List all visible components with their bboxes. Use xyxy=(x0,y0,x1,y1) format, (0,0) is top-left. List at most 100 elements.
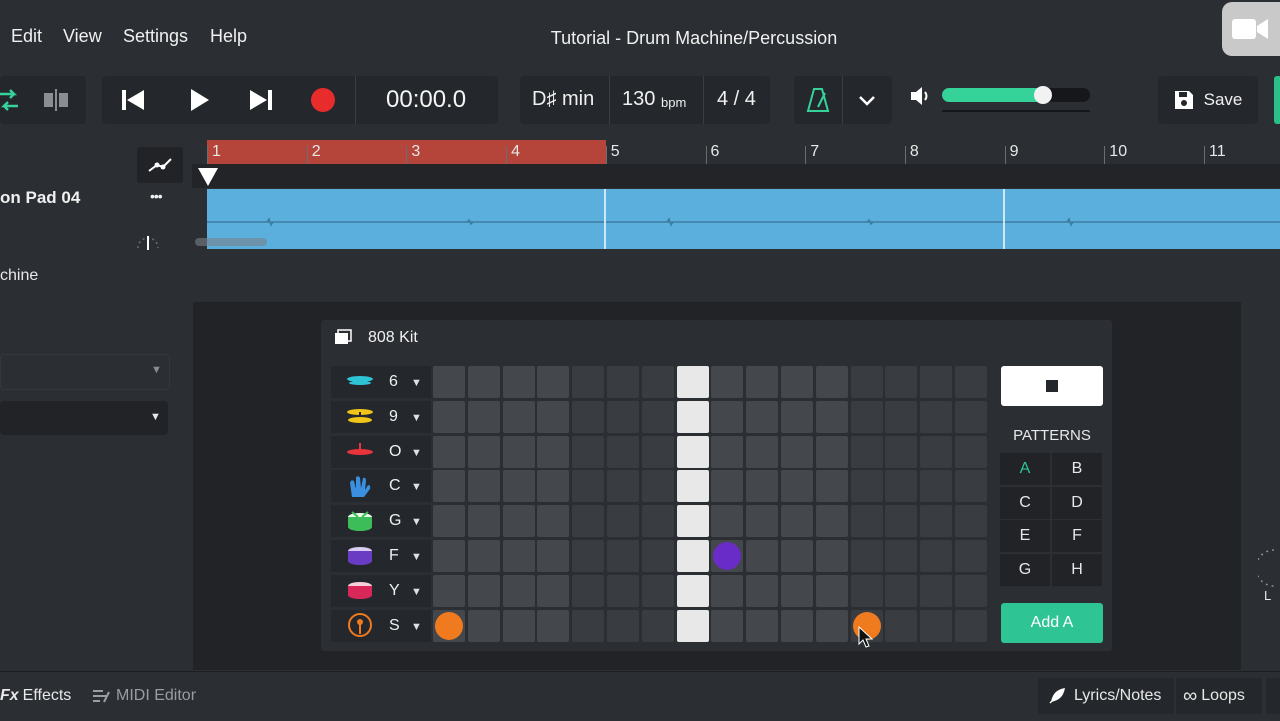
step-cell[interactable] xyxy=(955,574,987,607)
step-cell[interactable] xyxy=(676,435,709,468)
step-cell[interactable] xyxy=(607,435,639,468)
step-cell[interactable] xyxy=(746,505,779,538)
step-cell[interactable] xyxy=(746,574,779,607)
step-cell[interactable] xyxy=(467,366,500,398)
step-cell[interactable] xyxy=(781,470,813,503)
automation-button[interactable] xyxy=(137,147,183,183)
step-cell[interactable] xyxy=(711,574,744,607)
step-cell[interactable] xyxy=(955,435,987,468)
step-cell[interactable] xyxy=(920,505,953,538)
pattern-button-c[interactable]: C xyxy=(1000,486,1050,519)
step-cell[interactable] xyxy=(433,470,465,503)
step-cell[interactable] xyxy=(537,400,570,433)
midi-editor-tab[interactable]: MIDI Editor xyxy=(92,678,196,714)
instrument-dropdown-icon[interactable]: ▼ xyxy=(411,586,422,598)
step-cell[interactable] xyxy=(467,435,500,468)
split-button[interactable] xyxy=(42,86,70,114)
step-cell[interactable] xyxy=(641,505,674,538)
step-cell[interactable] xyxy=(572,505,605,538)
step-cell[interactable] xyxy=(433,400,465,433)
step-cell[interactable] xyxy=(607,470,639,503)
step-cell[interactable] xyxy=(711,609,744,642)
step-cell[interactable] xyxy=(676,470,709,503)
step-cell[interactable] xyxy=(746,609,779,642)
step-cell[interactable] xyxy=(955,470,987,503)
share-button-edge[interactable] xyxy=(1274,76,1280,124)
loop-toggle-button[interactable] xyxy=(0,86,20,114)
step-cell[interactable] xyxy=(502,505,535,538)
step-cell[interactable] xyxy=(885,505,918,538)
step-cell[interactable] xyxy=(502,574,535,607)
step-cell[interactable] xyxy=(676,609,709,642)
instrument-dropdown-icon[interactable]: ▼ xyxy=(411,621,422,633)
step-cell[interactable] xyxy=(781,540,813,572)
step-cell[interactable] xyxy=(746,470,779,503)
step-cell[interactable] xyxy=(885,574,918,607)
step-cell[interactable] xyxy=(746,400,779,433)
step-cell[interactable] xyxy=(641,470,674,503)
step-cell[interactable] xyxy=(815,505,848,538)
pattern-button-e[interactable]: E xyxy=(1000,520,1050,553)
step-cell[interactable] xyxy=(537,609,570,642)
preset-dropdown[interactable]: ▼ xyxy=(0,354,170,390)
instrument-dropdown-icon[interactable]: ▼ xyxy=(411,447,422,459)
step-cell[interactable] xyxy=(850,435,883,468)
step-cell[interactable] xyxy=(467,400,500,433)
step-cell[interactable] xyxy=(537,435,570,468)
step-cell[interactable] xyxy=(537,470,570,503)
pattern-button-a[interactable]: A xyxy=(1000,453,1050,485)
audio-clip[interactable] xyxy=(207,189,1280,249)
instrument-dropdown-icon[interactable]: ▼ xyxy=(411,516,422,528)
step-cell[interactable] xyxy=(572,400,605,433)
step-cell[interactable] xyxy=(746,366,779,398)
step-cell[interactable] xyxy=(676,400,709,433)
step-cell[interactable] xyxy=(467,609,500,642)
volume-slider[interactable] xyxy=(942,86,1090,104)
record-button[interactable] xyxy=(309,86,337,114)
step-cell[interactable] xyxy=(502,400,535,433)
lyrics-notes-tab[interactable]: Lyrics/Notes xyxy=(1048,678,1161,714)
step-cell[interactable] xyxy=(572,366,605,398)
step-cell[interactable] xyxy=(955,505,987,538)
pattern-button-b[interactable]: B xyxy=(1052,453,1102,485)
step-cell[interactable] xyxy=(467,470,500,503)
step-cell[interactable] xyxy=(607,505,639,538)
step-cell[interactable] xyxy=(920,609,953,642)
stop-button[interactable] xyxy=(1001,366,1103,406)
step-cell[interactable] xyxy=(850,505,883,538)
step-cell[interactable] xyxy=(815,540,848,572)
volume-button[interactable] xyxy=(908,84,934,108)
step-cell[interactable] xyxy=(502,609,535,642)
step-cell[interactable] xyxy=(746,435,779,468)
step-cell[interactable] xyxy=(850,470,883,503)
pattern-button-d[interactable]: D xyxy=(1052,486,1102,519)
track-name[interactable]: on Pad 04 xyxy=(0,188,80,208)
active-step-note[interactable] xyxy=(435,611,463,640)
step-cell[interactable] xyxy=(920,435,953,468)
step-cell[interactable] xyxy=(920,400,953,433)
step-cell[interactable] xyxy=(502,435,535,468)
step-cell[interactable] xyxy=(641,435,674,468)
step-cell[interactable] xyxy=(781,574,813,607)
instrument-dropdown-icon[interactable]: ▼ xyxy=(411,551,422,563)
step-cell[interactable] xyxy=(572,574,605,607)
step-cell[interactable] xyxy=(572,609,605,642)
metronome-dropdown[interactable] xyxy=(854,88,880,114)
step-cell[interactable] xyxy=(781,505,813,538)
step-cell[interactable] xyxy=(607,574,639,607)
step-cell[interactable] xyxy=(815,574,848,607)
add-pattern-button[interactable]: Add A xyxy=(1001,603,1103,643)
step-cell[interactable] xyxy=(537,540,570,572)
step-cell[interactable] xyxy=(885,366,918,398)
step-cell[interactable] xyxy=(920,574,953,607)
step-cell[interactable] xyxy=(885,435,918,468)
step-cell[interactable] xyxy=(781,435,813,468)
kit-browser-button[interactable] xyxy=(334,329,352,350)
step-cell[interactable] xyxy=(607,366,639,398)
step-cell[interactable] xyxy=(781,366,813,398)
instrument-dropdown-icon[interactable]: ▼ xyxy=(411,377,422,389)
step-cell[interactable] xyxy=(746,540,779,572)
step-cell[interactable] xyxy=(711,505,744,538)
pan-knob[interactable] xyxy=(134,228,162,250)
step-cell[interactable] xyxy=(467,505,500,538)
